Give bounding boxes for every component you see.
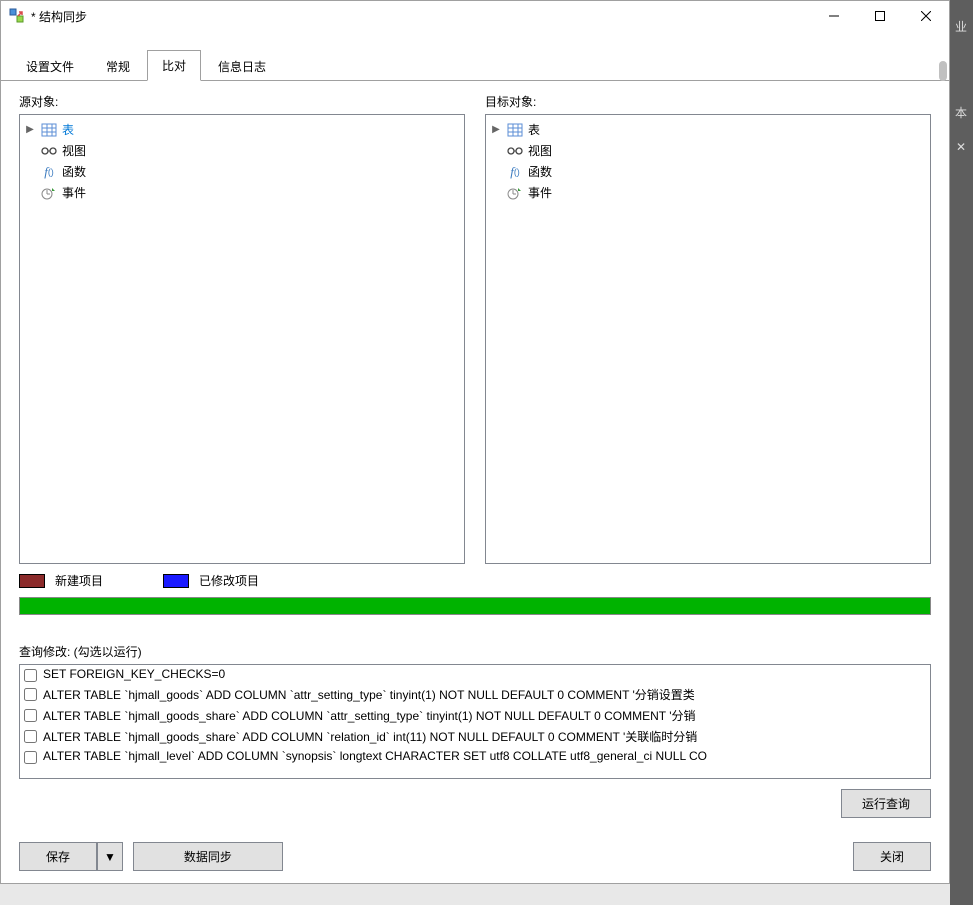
minimize-button[interactable] xyxy=(811,1,857,31)
tree-item-functions[interactable]: f() 函数 xyxy=(486,161,930,182)
tab-settings[interactable]: 设置文件 xyxy=(11,51,89,81)
close-dialog-button[interactable]: 关闭 xyxy=(853,842,931,871)
event-icon xyxy=(40,185,58,201)
source-tree[interactable]: ▶ 表 视图 f() 函数 xyxy=(19,114,465,564)
table-icon xyxy=(506,122,524,138)
table-icon xyxy=(40,122,58,138)
window-title: * 结构同步 xyxy=(31,8,811,25)
titlebar: * 结构同步 xyxy=(1,1,949,31)
bg-glyph: 业 xyxy=(950,18,972,35)
legend-swatch-modified xyxy=(163,574,189,588)
maximize-button[interactable] xyxy=(857,1,903,31)
query-item[interactable]: ALTER TABLE `hjmall_goods` ADD COLUMN `a… xyxy=(20,684,930,705)
query-checkbox[interactable] xyxy=(24,688,37,701)
tree-item-label: 函数 xyxy=(528,163,552,180)
query-checkbox[interactable] xyxy=(24,709,37,722)
tree-item-label: 视图 xyxy=(528,142,552,159)
query-item[interactable]: ALTER TABLE `hjmall_level` ADD COLUMN `s… xyxy=(20,747,930,766)
window-controls xyxy=(811,1,949,31)
source-panel-title: 源对象: xyxy=(19,93,465,110)
query-item[interactable]: ALTER TABLE `hjmall_goods_share` ADD COL… xyxy=(20,726,930,747)
bottom-bar: 保存 ▼ 数据同步 关闭 xyxy=(1,834,949,883)
query-text: SET FOREIGN_KEY_CHECKS=0 xyxy=(43,667,225,681)
query-actions: 运行查询 xyxy=(19,789,931,818)
bg-glyph: ✕ xyxy=(950,140,972,154)
data-sync-button[interactable]: 数据同步 xyxy=(133,842,283,871)
tab-general[interactable]: 常规 xyxy=(91,51,145,81)
run-query-button[interactable]: 运行查询 xyxy=(841,789,931,818)
tree-item-label: 表 xyxy=(528,121,540,138)
save-dropdown-button[interactable]: ▼ xyxy=(97,842,123,871)
event-icon xyxy=(506,185,524,201)
bg-glyph: 本 xyxy=(950,104,972,121)
tree-item-events[interactable]: 事件 xyxy=(486,182,930,203)
tree-item-functions[interactable]: f() 函数 xyxy=(20,161,464,182)
compare-panels: 源对象: ▶ 表 视图 f() 函数 xyxy=(19,93,931,564)
source-panel: 源对象: ▶ 表 视图 f() 函数 xyxy=(19,93,465,564)
tree-item-events[interactable]: 事件 xyxy=(20,182,464,203)
function-icon: f() xyxy=(506,164,524,180)
view-icon xyxy=(506,143,524,159)
query-text: ALTER TABLE `hjmall_goods` ADD COLUMN `a… xyxy=(43,686,695,703)
query-checkbox[interactable] xyxy=(24,730,37,743)
legend: 新建项目 已修改项目 xyxy=(19,572,931,589)
query-list[interactable]: SET FOREIGN_KEY_CHECKS=0 ALTER TABLE `hj… xyxy=(19,664,931,779)
query-section-title: 查询修改: (勾选以运行) xyxy=(19,643,931,660)
query-checkbox[interactable] xyxy=(24,751,37,764)
target-panel: 目标对象: ▶ 表 视图 f() 函数 xyxy=(485,93,931,564)
tab-compare[interactable]: 比对 xyxy=(147,50,201,81)
view-icon xyxy=(40,143,58,159)
query-text: ALTER TABLE `hjmall_level` ADD COLUMN `s… xyxy=(43,749,707,763)
query-item[interactable]: SET FOREIGN_KEY_CHECKS=0 xyxy=(20,665,930,684)
chevron-right-icon[interactable]: ▶ xyxy=(24,124,36,135)
background-strip: 业 本 ✕ xyxy=(950,0,973,905)
tree-item-label: 事件 xyxy=(62,184,86,201)
tree-item-views[interactable]: 视图 xyxy=(20,140,464,161)
chevron-right-icon[interactable]: ▶ xyxy=(490,124,502,135)
main-window: * 结构同步 设置文件 常规 比对 信息日志 源对象: ▶ 表 xyxy=(0,0,950,884)
query-text: ALTER TABLE `hjmall_goods_share` ADD COL… xyxy=(43,728,697,745)
legend-label-new: 新建项目 xyxy=(55,572,103,589)
tree-item-views[interactable]: 视图 xyxy=(486,140,930,161)
tree-item-label: 函数 xyxy=(62,163,86,180)
tab-bar: 设置文件 常规 比对 信息日志 xyxy=(1,31,949,81)
query-item[interactable]: ALTER TABLE `hjmall_goods_share` ADD COL… xyxy=(20,705,930,726)
dialog-body: 源对象: ▶ 表 视图 f() 函数 xyxy=(1,81,949,834)
close-button[interactable] xyxy=(903,1,949,31)
query-checkbox[interactable] xyxy=(24,669,37,682)
tree-item-label: 视图 xyxy=(62,142,86,159)
tree-item-label: 事件 xyxy=(528,184,552,201)
legend-swatch-new xyxy=(19,574,45,588)
save-button[interactable]: 保存 xyxy=(19,842,97,871)
target-tree[interactable]: ▶ 表 视图 f() 函数 xyxy=(485,114,931,564)
save-split-button: 保存 ▼ xyxy=(19,842,123,871)
tab-log[interactable]: 信息日志 xyxy=(203,51,281,81)
function-icon: f() xyxy=(40,164,58,180)
progress-bar xyxy=(19,597,931,615)
tree-item-tables[interactable]: ▶ 表 xyxy=(486,119,930,140)
app-icon xyxy=(9,8,25,24)
query-text: ALTER TABLE `hjmall_goods_share` ADD COL… xyxy=(43,707,696,724)
tree-item-tables[interactable]: ▶ 表 xyxy=(20,119,464,140)
legend-label-modified: 已修改项目 xyxy=(199,572,259,589)
tree-item-label: 表 xyxy=(62,121,74,138)
query-section: 查询修改: (勾选以运行) SET FOREIGN_KEY_CHECKS=0 A… xyxy=(19,643,931,818)
target-panel-title: 目标对象: xyxy=(485,93,931,110)
